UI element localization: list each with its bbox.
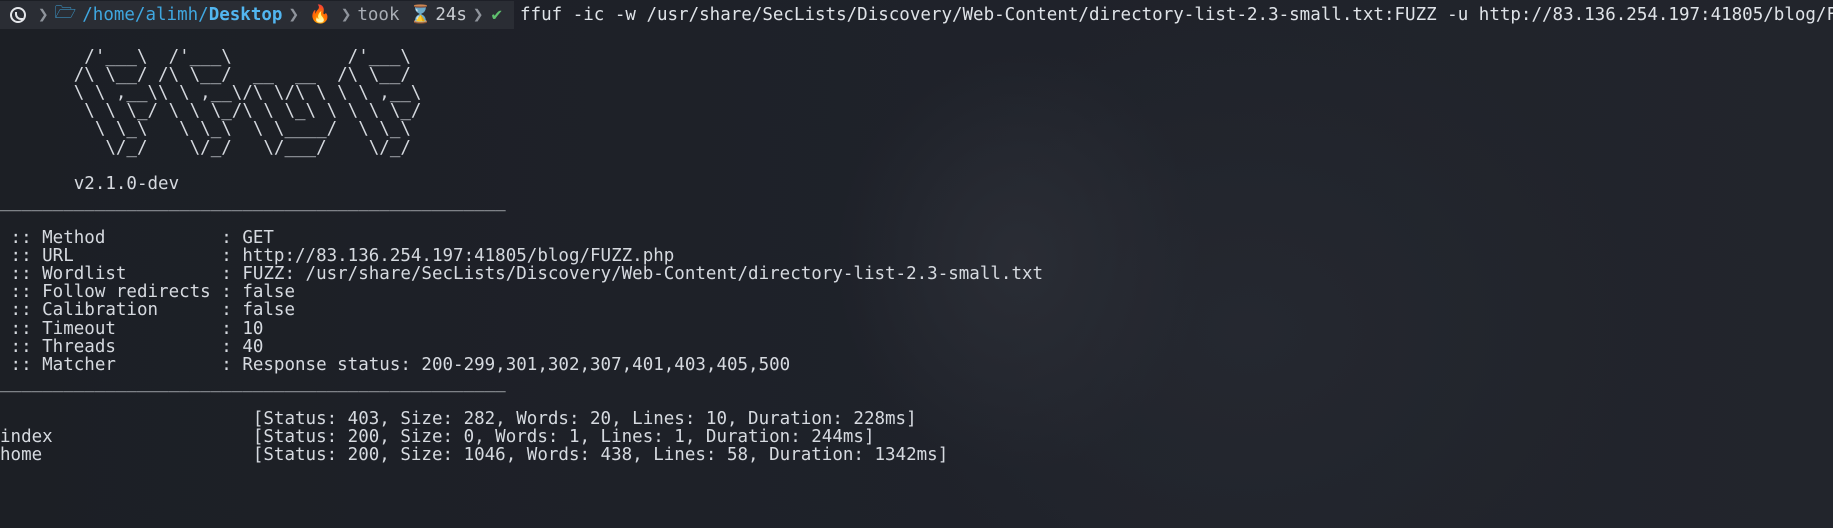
config-url: :: URL : http://83.136.254.197:41805/blo…: [0, 246, 675, 267]
fire-icon: 🔥: [309, 5, 331, 25]
ascii-banner-line: \/_/ \/_/ \/___/ \/_/: [0, 137, 411, 158]
chevron-right-icon: ❯: [38, 5, 49, 25]
chevron-right-icon: ❯: [288, 5, 300, 25]
terminal-output: ​ /'___\ /'___\ /'___\ /\ \__/ /\ \__/ _…: [0, 30, 1833, 464]
chevron-right-icon: ❯: [340, 5, 352, 25]
cwd-folder: Desktop: [208, 5, 283, 25]
ascii-banner-line: \ \_\ \ \_\ \ \____/ \ \_\: [0, 119, 411, 140]
config-threads: :: Threads : 40: [0, 336, 264, 357]
cwd-user: alimh: [145, 5, 199, 25]
ascii-banner-line: /'___\ /'___\ /'___\: [0, 47, 411, 68]
config-wordlist: :: Wordlist : FUZZ: /usr/share/SecLists/…: [0, 264, 1044, 285]
cwd-prefix: /home/: [82, 5, 146, 25]
hourglass-icon: ⌛: [409, 5, 432, 25]
divider-line: ________________________________________…: [0, 191, 506, 212]
config-follow-redirects: :: Follow redirects : false: [0, 282, 296, 303]
prompt-os-segment: ❯ 🗁 /home/alimh / Desktop ❯ 🔥 ❯ took ⌛ 24s…: [0, 1, 515, 29]
terminal-window[interactable]: ❯ 🗁 /home/alimh / Desktop ❯ 🔥 ❯ took ⌛ 24s…: [0, 0, 1833, 464]
command-line[interactable]: ffuf -ic -w /usr/share/SecLists/Discover…: [520, 5, 1833, 25]
result-row: home [Status: 200, Size: 1046, Words: 43…: [0, 445, 949, 466]
chevron-right-icon: ❯: [472, 5, 484, 25]
shell-prompt: ❯ 🗁 /home/alimh / Desktop ❯ 🔥 ❯ took ⌛ 24s…: [0, 0, 1833, 30]
linux-distro-icon: [10, 7, 26, 23]
config-method: :: Method : GET: [0, 228, 274, 249]
success-check-icon: ✔: [491, 5, 503, 25]
ascii-banner-line: /\ \__/ /\ \__/ __ __ /\ \__/: [0, 65, 411, 86]
config-matcher: :: Matcher : Response status: 200-299,30…: [0, 354, 791, 375]
config-calibration: :: Calibration : false: [0, 300, 296, 321]
tool-version: v2.1.0-dev: [0, 173, 180, 194]
cwd-separator: /: [198, 5, 209, 25]
command-duration: 24s: [435, 5, 467, 25]
ascii-banner-line: \ \ \_/ \ \ \_/\ \ \_\ \ \ \ \_/: [0, 101, 422, 122]
result-row: index [Status: 200, Size: 0, Words: 1, L…: [0, 427, 875, 448]
ascii-banner-line: \ \ ,__\\ \ ,__\/\ \/\ \ \ \ ,__\: [0, 83, 422, 104]
config-timeout: :: Timeout : 10: [0, 318, 264, 339]
folder-icon: 🗁: [54, 3, 77, 23]
took-label: took: [357, 5, 400, 25]
divider-line: ________________________________________…: [0, 372, 506, 393]
result-row: [Status: 403, Size: 282, Words: 20, Line…: [0, 408, 917, 429]
